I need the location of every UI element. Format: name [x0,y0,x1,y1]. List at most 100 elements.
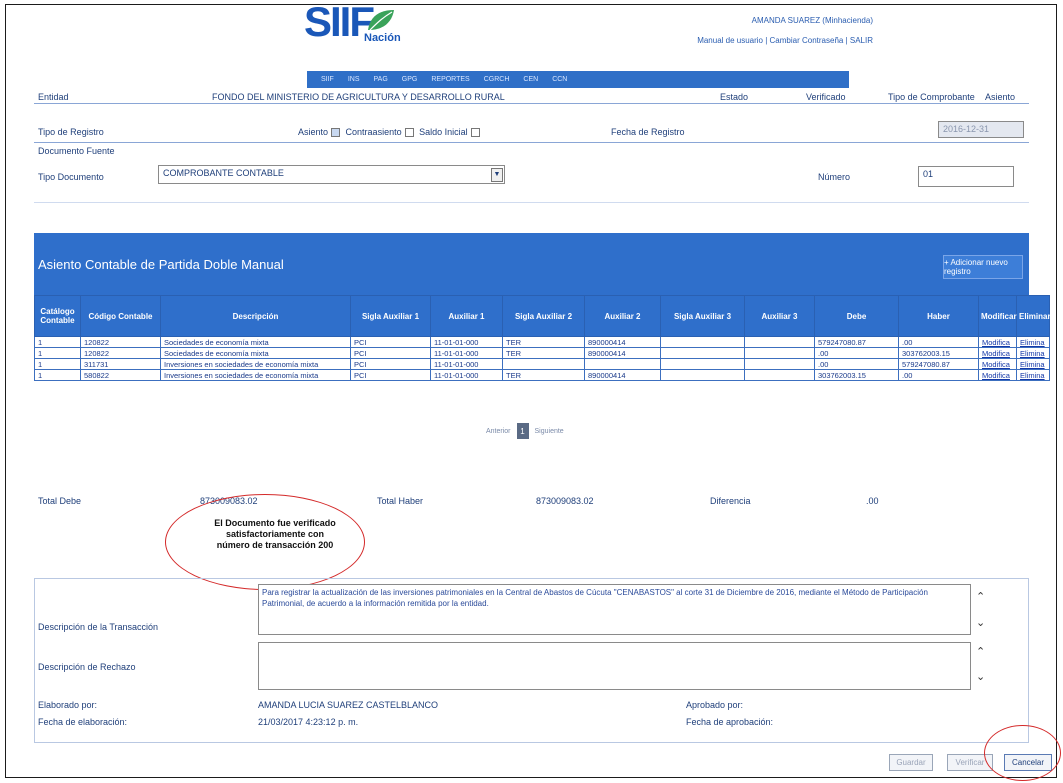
col-aux1: Auxiliar 1 [430,295,503,337]
pager-current[interactable]: 1 [516,423,529,439]
col-codigo: Código Contable [80,295,161,337]
table-row: 1 120822 Sociedades de economía mixta PC… [34,347,1050,359]
contraasiento-checkbox[interactable] [404,128,414,138]
tipo-comprobante-label: Tipo de Comprobante [888,92,975,102]
cell: Inversiones en sociedades de economía mi… [160,358,351,370]
cell [660,336,745,348]
table-row: 1 311731 Inversiones en sociedades de ec… [34,358,1050,370]
cell [744,347,815,359]
cell [744,336,815,348]
elaborado-value: AMANDA LUCIA SUAREZ CASTELBLANCO [258,700,439,710]
top-navigation: SIIF INS PAG GPG REPORTES CGRCH CEN CCN [307,71,849,88]
cell: 1 [34,347,81,359]
descripcion-rechazo-textarea[interactable] [258,642,971,690]
delete-link[interactable]: Elimina [1016,369,1050,381]
fecha-aprobacion-label: Fecha de aprobación: [686,717,774,727]
numero-label: Número [818,172,851,182]
col-catalogo: Catálogo Contable [34,295,81,337]
cell: TER [502,347,585,359]
col-descripcion: Descripción [160,295,351,337]
nav-item[interactable]: REPORTES [431,76,469,83]
scroll-up-icon[interactable]: ⌃ [976,645,985,658]
nav-item[interactable]: INS [348,76,360,83]
cell [744,358,815,370]
scroll-down-icon[interactable]: ⌄ [976,616,985,629]
cell: 303762003.15 [898,347,979,359]
diferencia-value: .00 [866,496,879,506]
col-debe: Debe [814,295,899,337]
fecha-registro-field: 2016-12-31 [938,121,1024,138]
col-aux3: Auxiliar 3 [744,295,815,337]
tipo-documento-value: COMPROBANTE CONTABLE [163,168,284,178]
modify-link[interactable]: Modifica [978,358,1017,370]
entidad-value: FONDO DEL MINISTERIO DE AGRICULTURA Y DE… [212,92,505,102]
user-name: AMANDA SUAREZ (Minhacienda) [751,16,873,25]
pager-prev[interactable]: Anterior [486,428,511,435]
fecha-elaboracion-value: 21/03/2017 4:23:12 p. m. [258,717,359,727]
entidad-label: Entidad [38,92,69,102]
col-aux2: Auxiliar 2 [584,295,661,337]
table-row: 1 580822 Inversiones en sociedades de ec… [34,369,1050,381]
cell: 1 [34,358,81,370]
cell: Sociedades de economía mixta [160,336,351,348]
pagination: Anterior 1 Siguiente [486,423,564,439]
chevron-down-icon[interactable]: ▼ [491,168,503,182]
cell [660,347,745,359]
total-debe-label: Total Debe [38,496,82,506]
modify-link[interactable]: Modifica [978,369,1017,381]
modify-link[interactable]: Modifica [978,347,1017,359]
user-links[interactable]: Manual de usuario | Cambiar Contraseña |… [697,36,873,45]
col-sigla-aux1: Sigla Auxiliar 1 [350,295,431,337]
total-haber-label: Total Haber [377,496,424,506]
tipo-comprobante-value: Asiento [985,92,1016,102]
cell: 1 [34,336,81,348]
divider [34,202,1029,203]
estado-value: Verificado [806,92,846,102]
cell: PCI [350,369,431,381]
delete-link[interactable]: Elimina [1016,347,1050,359]
descripcion-transaccion-label: Descripción de la Transacción [38,622,159,632]
delete-link[interactable]: Elimina [1016,336,1050,348]
aprobado-label: Aprobado por: [686,700,744,710]
scroll-up-icon[interactable]: ⌃ [976,590,985,603]
cell: PCI [350,336,431,348]
numero-field[interactable]: 01 [918,166,1014,187]
highlight-circle-message [165,494,365,590]
tipo-registro-label: Tipo de Registro [38,127,104,137]
highlight-circle-cancelar [984,725,1061,781]
cell: 580822 [80,369,161,381]
guardar-button[interactable]: Guardar [889,754,933,771]
saldo-inicial-checkbox[interactable] [470,128,480,138]
cell: 1 [34,369,81,381]
asiento-checkbox[interactable] [331,128,341,138]
cell [660,369,745,381]
fecha-elaboracion-label: Fecha de elaboración: [38,717,128,727]
nav-item[interactable]: CGRCH [484,76,510,83]
tipo-documento-select[interactable]: COMPROBANTE CONTABLE ▼ [158,165,505,184]
pager-next[interactable]: Siguiente [535,428,564,435]
fecha-registro-label: Fecha de Registro [611,127,685,137]
cell: 11-01-01-000 [430,369,503,381]
cell: 120822 [80,347,161,359]
modify-link[interactable]: Modifica [978,336,1017,348]
descripcion-rechazo-label: Descripción de Rechazo [38,662,136,672]
cell: 11-01-01-000 [430,336,503,348]
diferencia-label: Diferencia [710,496,751,506]
col-haber: Haber [898,295,979,337]
scroll-down-icon[interactable]: ⌄ [976,670,985,683]
delete-link[interactable]: Elimina [1016,358,1050,370]
nav-item[interactable]: CEN [523,76,538,83]
nav-item[interactable]: GPG [402,76,418,83]
col-sigla-aux3: Sigla Auxiliar 3 [660,295,745,337]
nav-item[interactable]: SIIF [321,76,334,83]
cell: Sociedades de economía mixta [160,347,351,359]
panel-title: Asiento Contable de Partida Doble Manual [38,257,284,272]
add-record-button[interactable]: + Adicionar nuevo registro [943,255,1023,279]
col-modificar: Modificar [978,295,1017,337]
nav-item[interactable]: PAG [374,76,388,83]
descripcion-transaccion-textarea[interactable]: Para registrar la actualización de las i… [258,584,971,635]
cell: 579247080.87 [814,336,899,348]
documento-fuente-label: Documento Fuente [38,146,115,156]
cell: 890000414 [584,369,661,381]
nav-item[interactable]: CCN [552,76,567,83]
